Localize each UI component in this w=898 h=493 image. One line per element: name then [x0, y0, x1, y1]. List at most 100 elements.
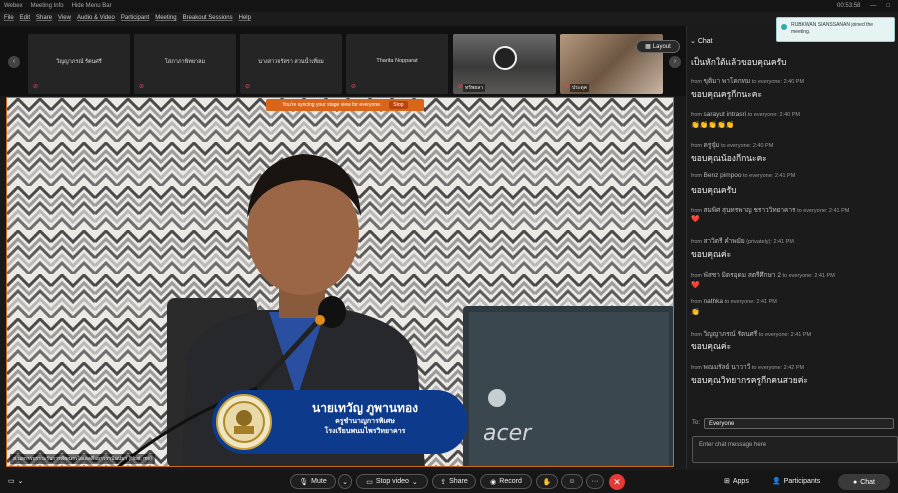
chat-message-text: ขอบคุณครูกีกนะคะ — [691, 89, 763, 99]
participant-tile[interactable]: วิญญาภรณ์ รัตนศรี ⊘ — [28, 34, 130, 94]
stop-video-label: Stop video — [375, 478, 409, 485]
participant-name: ทรัพยลา — [463, 84, 486, 92]
grid-icon: ▦ — [645, 44, 651, 50]
strip-prev-icon[interactable]: ‹ — [8, 56, 20, 68]
strip-next-icon[interactable]: › — [669, 56, 681, 68]
menu-breakout-sessions[interactable]: Breakout Sessions — [183, 15, 233, 21]
mute-label: Mute — [311, 478, 327, 485]
chat-message-text: ❤️ — [691, 282, 700, 289]
participant-name: โสภาภาพิทยาลม — [164, 59, 206, 65]
chat-message-meta: from สาวิตรี คำพมัย (privately): 2:41 PM — [691, 238, 794, 245]
microphone-icon: 🎙 — [299, 478, 309, 486]
chevron-down-icon: ⌄ — [411, 478, 418, 486]
participant-name: วิญญาภรณ์ รัตนศรี — [56, 59, 102, 65]
share-icon: ⇪ — [440, 478, 447, 486]
camera-icon: ▭ — [366, 478, 373, 486]
chat-message-text: ❤️ — [691, 216, 700, 223]
chevron-down-icon: ⌄ — [342, 478, 348, 486]
muted-mic-icon: ⊘ — [351, 84, 357, 90]
record-icon: ◉ — [490, 478, 497, 486]
info-icon — [781, 24, 787, 30]
chat-message-meta: from sarayut intrasri to everyone: 2:40 … — [691, 111, 800, 118]
share-label: Share — [449, 478, 468, 485]
muted-mic-icon: ⊘ — [139, 84, 145, 90]
school-emblem-icon — [216, 394, 272, 450]
chat-message-text: ขอบคุณน้องกีกนะคะ — [691, 153, 767, 163]
end-meeting-button[interactable]: ✕ — [609, 474, 625, 490]
participant-tile[interactable]: นางสาวจรัสรา สวนน้ำเที่ยม ⊘ — [240, 34, 342, 94]
hand-button[interactable]: ✋ — [536, 474, 558, 489]
meeting-info-link[interactable]: Meeting Info — [31, 3, 64, 9]
hand-icon: ✋ — [542, 478, 552, 486]
stop-video-button[interactable]: ▭ Stop video ⌄ — [356, 474, 428, 489]
chat-message-meta: from ขุติมา พาโคกทม to everyone: 2:40 PM — [691, 78, 805, 85]
speaker-school: โรงเรียนพนมไพรวิทยาคาร — [324, 428, 406, 435]
people-icon: 👤 — [772, 478, 781, 485]
reactions-button[interactable]: ☺ — [561, 474, 583, 489]
participants-label: Participants — [783, 477, 821, 485]
menu-bar: File Edit Share View Audio & Video Parti… — [0, 12, 898, 24]
menu-participant[interactable]: Participant — [121, 15, 149, 21]
chat-message-text: ขอบคุณค่ะ — [691, 341, 732, 351]
chat-header[interactable]: ⌄ Chat — [690, 37, 713, 45]
smiley-icon: ☺ — [568, 478, 576, 485]
chevron-down-icon: ⌄ — [17, 478, 24, 485]
chat-button[interactable]: ● Chat — [838, 474, 890, 490]
menu-file[interactable]: File — [4, 15, 14, 21]
recipient-select[interactable]: Everyone — [704, 417, 895, 429]
chat-message-text: 👏👏👏👏👏 — [691, 122, 735, 129]
chat-title: Chat — [697, 38, 713, 45]
maximize-icon[interactable]: □ — [886, 3, 890, 9]
participants-button[interactable]: 👤 Participants — [772, 477, 821, 486]
muted-mic-icon: ⊘ — [33, 84, 39, 90]
participant-name: นางสาวจรัสรา สวนน้ำเที่ยม — [258, 59, 324, 65]
hide-menu-bar-link[interactable]: Hide Menu Bar — [72, 3, 112, 9]
chevron-down-icon[interactable]: ⌄ — [690, 38, 696, 45]
chat-message-meta: from พัสชา มิตรอุดม สตรีศึกษา 2 to every… — [691, 272, 835, 279]
menu-help[interactable]: Help — [239, 15, 251, 21]
layout-button[interactable]: ▦ Layout — [636, 40, 680, 53]
participant-name: Tharita Nopparat — [376, 58, 418, 64]
more-options-button[interactable]: ··· — [586, 474, 604, 489]
record-button[interactable]: ◉ Record — [480, 474, 532, 489]
chat-message-meta: from nathka to everyone: 2:41 PM — [691, 298, 777, 305]
chat-message-meta: from Benz pimpoo to everyone: 2:41 PM — [691, 172, 796, 179]
chat-recipient-row: To: Everyone — [692, 417, 898, 429]
chat-label: Chat — [860, 478, 876, 486]
audio-options-button[interactable]: ⌄ — [338, 474, 352, 489]
captions-button[interactable]: ▭ ⌄ — [8, 477, 24, 485]
close-icon: ✕ — [613, 477, 621, 487]
mute-button[interactable]: 🎙 Mute — [290, 474, 336, 489]
chat-bubble-icon: ● — [852, 478, 858, 486]
chat-message-meta: from ครูจุ๋ม to everyone: 2:40 PM — [691, 142, 774, 149]
menu-audio-video[interactable]: Audio & Video — [77, 15, 115, 21]
notification-text: RUBKWAN SIANSSANAN joined the meeting. — [791, 22, 874, 35]
muted-mic-icon: ⊘ — [565, 84, 571, 90]
stage-sync-banner: You're syncing your stage view for every… — [266, 99, 424, 111]
video-thumbnail-icon — [493, 46, 517, 70]
video-strip: ‹ วิญญาภรณ์ รัตนศรี ⊘ โสภาภาพิทยาลม ⊘ นา… — [0, 26, 686, 96]
participant-tile[interactable]: Tharita Nopparat ⊘ — [346, 34, 448, 94]
share-button[interactable]: ⇪ Share — [432, 474, 476, 489]
apps-label: Apps — [732, 477, 749, 485]
title-bar: Webex Meeting Info Hide Menu Bar 00:53:5… — [0, 0, 898, 12]
stage-participant-label: ส.นอการบรรวะรับการพัฒนารไอเลลสี่ เยาวราน… — [10, 454, 155, 464]
muted-mic-icon: ⊘ — [245, 84, 251, 90]
sync-banner-text: You're syncing your stage view for every… — [282, 102, 382, 108]
more-icon: ··· — [591, 478, 599, 485]
chat-message-input[interactable]: Enter chat message here — [692, 436, 898, 463]
menu-edit[interactable]: Edit — [20, 15, 30, 21]
chat-message-text: เป็นหักใต้แล้วขอบคุณครับ — [691, 57, 787, 67]
app-title: Webex — [4, 3, 23, 9]
minimize-icon[interactable]: — — [870, 3, 876, 9]
stop-sync-button[interactable]: Stop — [389, 101, 408, 109]
participant-tile[interactable]: ทรัพยลา ⊘ — [453, 34, 556, 94]
participant-tile[interactable]: โสภาภาพิทยาลม ⊘ — [134, 34, 236, 94]
menu-meeting[interactable]: Meeting — [155, 15, 176, 21]
chat-message-meta: from วิญญาภรณ์ รัตนศรี to everyone: 2:41… — [691, 331, 812, 338]
menu-share[interactable]: Share — [36, 15, 52, 21]
menu-view[interactable]: View — [58, 15, 71, 21]
chat-message-text: ขอบคุณค่ะ — [691, 249, 732, 259]
apps-button[interactable]: ⊞ Apps — [724, 477, 749, 486]
muted-mic-icon: ⊘ — [458, 84, 464, 90]
